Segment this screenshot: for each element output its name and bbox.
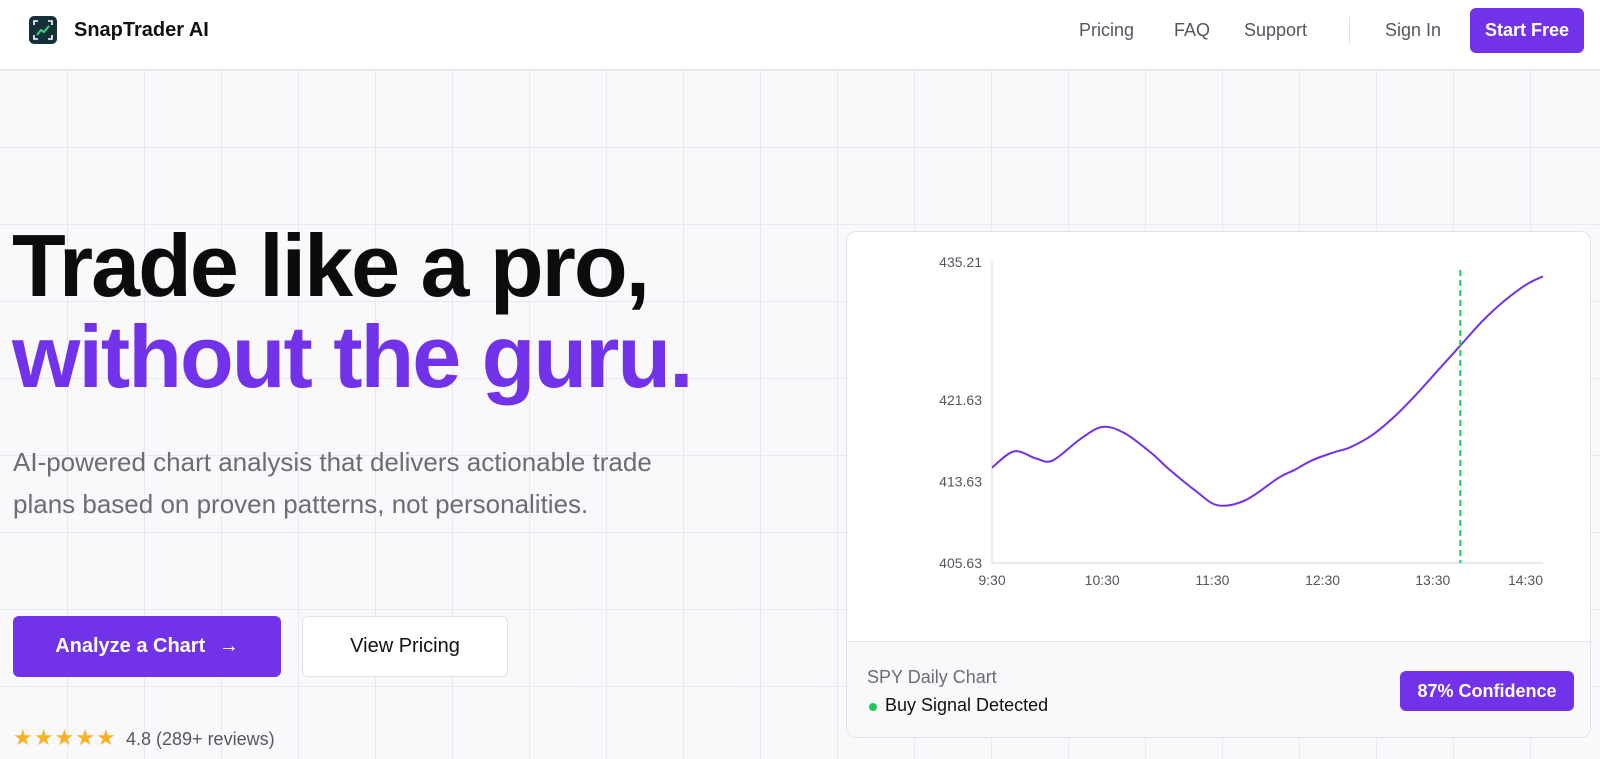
view-pricing-button[interactable]: View Pricing	[302, 616, 508, 677]
x-tick-label: 13:30	[1415, 572, 1450, 588]
start-free-button[interactable]: Start Free	[1470, 8, 1584, 53]
star-icon: ★	[13, 725, 33, 750]
star-icon: ★	[75, 725, 95, 750]
nav-link-pricing[interactable]: Pricing	[1079, 20, 1134, 41]
x-tick-label: 14:30	[1508, 572, 1543, 588]
star-icon: ★	[54, 725, 75, 750]
y-tick-label: 435.21	[939, 254, 982, 270]
star-icon: ★	[95, 725, 116, 750]
y-tick-label: 421.63	[939, 392, 982, 408]
x-tick-label: 11:30	[1195, 572, 1229, 588]
x-tick-label: 9:30	[978, 572, 1005, 588]
y-tick-label: 413.63	[939, 474, 982, 490]
chart-title: SPY Daily Chart	[867, 667, 997, 687]
x-tick-label: 12:30	[1305, 572, 1340, 588]
headline-line-1: Trade like a pro,	[12, 216, 650, 315]
brand-name[interactable]: SnapTrader AI	[74, 19, 209, 42]
price-chart: 405.63 413.63 421.63 435.21 9:30 10:30 11:30 1…	[939, 254, 1544, 588]
signal-dot-icon	[869, 703, 877, 711]
analyze-chart-label: Analyze a Chart	[55, 635, 206, 657]
logo-icon[interactable]	[29, 16, 57, 44]
top-navbar: SnapTrader AI Pricing FAQ Support Sign I…	[0, 0, 1600, 70]
arrow-right-icon: →	[218, 635, 239, 657]
nav-link-faq[interactable]: FAQ	[1174, 20, 1210, 41]
confidence-badge[interactable]: 87% Confidence	[1400, 671, 1574, 711]
nav-link-support[interactable]: Support	[1244, 20, 1307, 41]
x-tick-label: 10:30	[1085, 572, 1120, 588]
y-axis: 405.63 413.63 421.63 435.21	[939, 254, 982, 571]
sign-in-link[interactable]: Sign In	[1385, 20, 1441, 41]
y-tick-label: 405.63	[939, 555, 982, 571]
chart-card-footer: SPY Daily Chart Buy Signal Detected 87% …	[847, 641, 1590, 737]
analyze-chart-button[interactable]: Analyze a Chart →	[13, 616, 281, 677]
hero-subheadline: AI-powered chart analysis that delivers …	[13, 447, 652, 519]
rating-text: 4.8 (289+ reviews)	[126, 729, 275, 749]
star-icon: ★	[33, 725, 54, 750]
headline-line-2: without the guru.	[12, 307, 694, 406]
x-axis: 9:30 10:30 11:30 12:30 13:30 14:30	[978, 572, 1543, 588]
rating-stars: ★ ★ ★ ★ ★	[13, 726, 116, 750]
chart-card: 405.63 413.63 421.63 435.21 9:30 10:30 11:30 1…	[846, 231, 1591, 738]
nav-divider	[1349, 17, 1350, 45]
signal-text: Buy Signal Detected	[885, 695, 1049, 715]
